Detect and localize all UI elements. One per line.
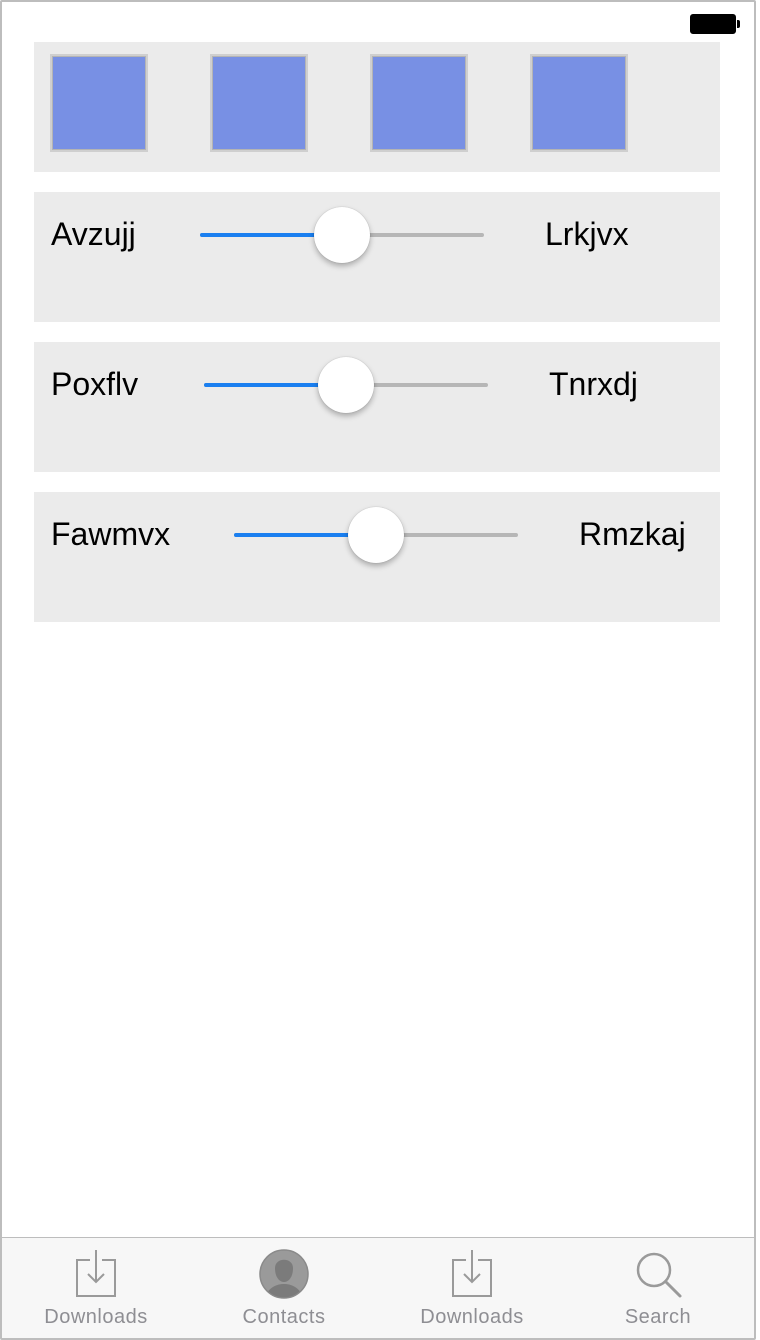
tab-label: Search [624,1306,692,1328]
slider-max-label: Lrkjvx [545,216,629,252]
slider-track[interactable] [200,207,484,263]
download-icon [76,1250,116,1297]
slider-thumb[interactable] [348,507,404,563]
color-swatch[interactable] [50,54,148,152]
slider-min-label: Fawmvx [51,516,171,552]
slider-track[interactable] [234,507,518,563]
slider-max-label: Tnrxdj [549,366,638,402]
tab-label: Downloads [420,1306,524,1328]
slider-min-label: Poxflv [51,366,139,402]
search-icon [636,1252,682,1298]
slider-min-label: Avzujj [51,216,136,252]
tab-downloads[interactable]: Downloads [2,1238,190,1338]
color-swatch[interactable] [210,54,308,152]
slider-thumb[interactable] [314,207,370,263]
slider-panel-1: Avzujj Lrkjvx [34,192,720,322]
slider-max-label: Rmzkaj [579,516,686,552]
tab-contacts[interactable]: Contacts [190,1238,378,1338]
tab-label: Contacts [242,1306,326,1328]
battery-full-icon [690,14,740,34]
slider-thumb[interactable] [318,357,374,413]
tab-downloads-2[interactable]: Downloads [378,1238,566,1338]
slider-panel-2: Poxflv Tnrxdj [34,342,720,472]
contact-icon [259,1249,309,1299]
color-swatch[interactable] [370,54,468,152]
device-screen: Avzujj Lrkjvx Poxflv Tnrxdj Fawmvx Rmzka… [0,0,756,1340]
download-icon [452,1250,492,1297]
slider-track[interactable] [204,357,488,413]
tab-search[interactable]: Search [564,1238,752,1338]
color-swatch[interactable] [530,54,628,152]
tab-bar: Downloads Contacts Downloads Search [2,1237,754,1338]
status-bar [2,2,754,42]
swatch-panel [34,42,720,172]
tab-label: Downloads [44,1306,148,1328]
slider-panel-3: Fawmvx Rmzkaj [34,492,720,622]
